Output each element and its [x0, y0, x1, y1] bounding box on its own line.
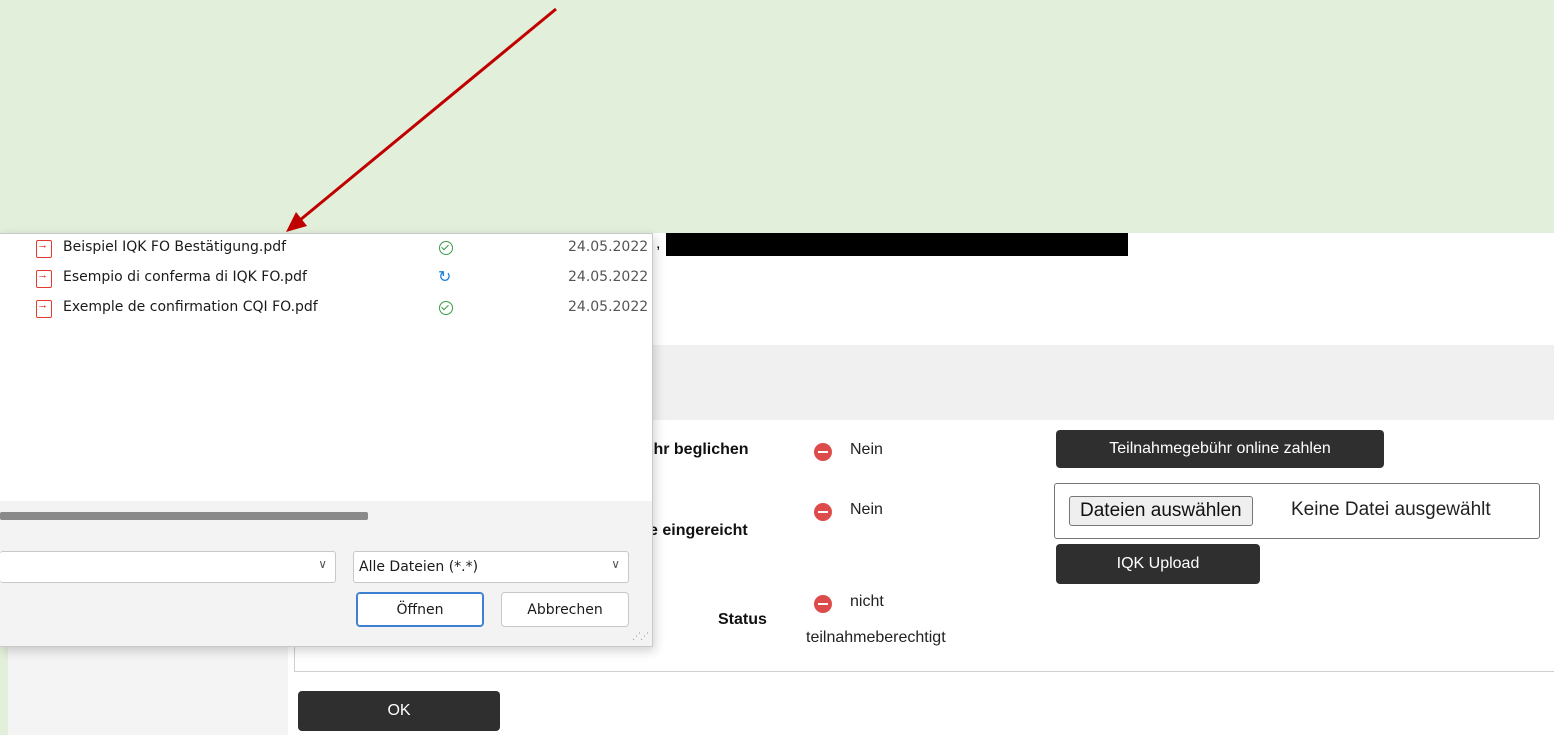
fee-label: ihr beglichen — [649, 441, 749, 458]
cancel-button[interactable]: Abbrechen — [501, 592, 629, 627]
open-button[interactable]: Öffnen — [356, 592, 484, 627]
file-date: 24.05.2022 — [568, 239, 649, 255]
file-row[interactable]: ⭬ Exemple de confirmation CQI FO.pdf 24.… — [0, 299, 652, 323]
fee-value: Nein — [850, 441, 883, 458]
file-name: Esempio di conferma di IQK FO.pdf — [63, 269, 307, 285]
file-input[interactable]: Dateien auswählen Keine Datei ausgewählt — [1054, 483, 1540, 539]
chevron-down-icon[interactable]: ∨ — [318, 557, 327, 571]
red-minus-icon — [814, 443, 832, 461]
status-value-line1: nicht — [850, 593, 884, 610]
pdf-icon: ⭬ — [36, 270, 52, 288]
choose-files-button[interactable]: Dateien auswählen — [1069, 496, 1253, 526]
status-label: Status — [718, 611, 767, 628]
syncing-icon: ↻ — [438, 267, 452, 286]
file-date: 24.05.2022 — [568, 299, 649, 315]
filetype-select[interactable]: Alle Dateien (*.*) ∨ — [353, 551, 629, 583]
ok-button[interactable]: OK — [298, 691, 500, 731]
filename-combobox[interactable]: ∨ — [0, 551, 336, 583]
synced-check-icon — [439, 301, 453, 315]
redacted-bar — [666, 233, 1128, 256]
iqk-upload-button[interactable]: IQK Upload — [1056, 544, 1260, 584]
iqk-label: e eingereicht — [649, 522, 748, 539]
resize-grip-icon[interactable]: ⋰⋰ — [632, 632, 649, 642]
file-row[interactable]: ⭬ Esempio di conferma di IQK FO.pdf ↻ 24… — [0, 267, 652, 293]
pay-online-button[interactable]: Teilnahmegebühr online zahlen — [1056, 430, 1384, 468]
chevron-down-icon[interactable]: ∨ — [611, 557, 620, 571]
file-name: Exemple de confirmation CQI FO.pdf — [63, 299, 318, 315]
red-minus-icon — [814, 595, 832, 613]
comma-text: , — [656, 235, 661, 252]
pdf-icon: ⭬ — [36, 300, 52, 318]
file-date: 24.05.2022 — [568, 269, 649, 285]
horizontal-scrollbar[interactable] — [0, 512, 368, 520]
red-minus-icon — [814, 503, 832, 521]
dialog-footer: ∨ Alle Dateien (*.*) ∨ Öffnen Abbrechen … — [0, 501, 652, 646]
synced-check-icon — [439, 241, 453, 255]
status-value-line2: teilnahmeberechtigt — [806, 629, 946, 646]
file-name: Beispiel IQK FO Bestätigung.pdf — [63, 239, 287, 255]
filetype-value: Alle Dateien (*.*) — [359, 559, 479, 575]
file-row[interactable]: ⭬ Beispiel IQK FO Bestätigung.pdf 24.05.… — [0, 239, 652, 263]
pdf-icon: ⭬ — [36, 240, 52, 258]
no-file-text: Keine Datei ausgewählt — [1291, 499, 1491, 520]
iqk-value: Nein — [850, 501, 883, 518]
file-open-dialog: ⭬ Beispiel IQK FO Bestätigung.pdf 24.05.… — [0, 233, 653, 647]
